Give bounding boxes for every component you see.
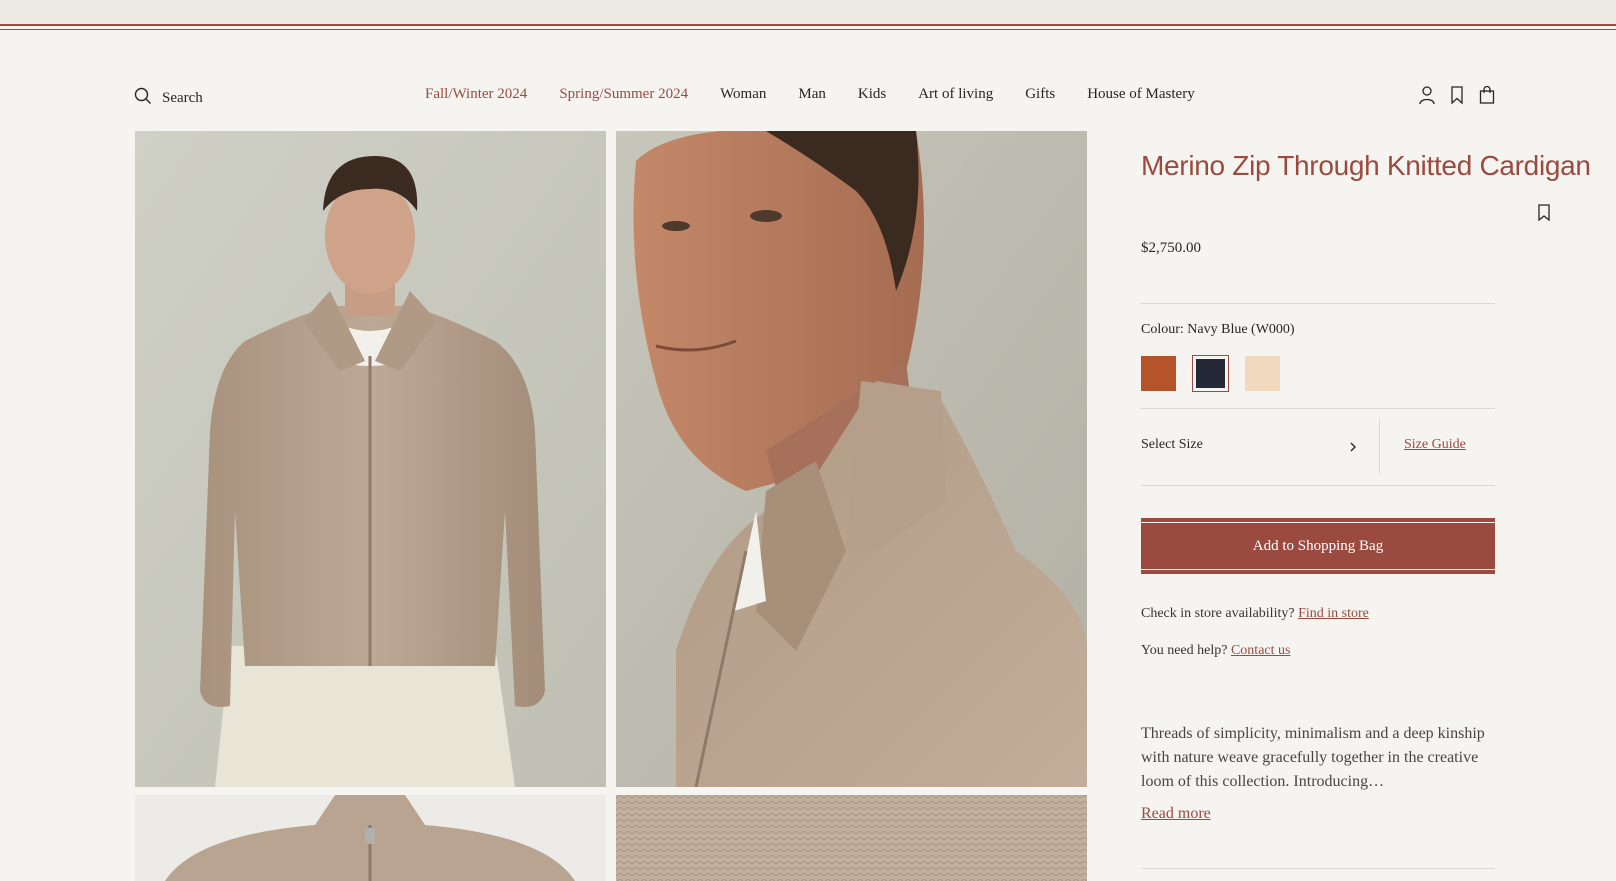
account-icon[interactable] <box>1418 85 1436 105</box>
divider <box>1141 868 1495 869</box>
product-price: $2,750.00 <box>1141 240 1201 256</box>
swatch-fill <box>1196 359 1225 388</box>
header-rule-thin <box>0 29 1616 30</box>
search-button[interactable]: Search <box>134 87 203 110</box>
size-separator <box>1379 418 1380 474</box>
colour-label: Colour: Navy Blue (W000) <box>1141 322 1295 338</box>
read-more-link[interactable]: Read more <box>1141 805 1211 823</box>
announcement-bar <box>0 0 1616 24</box>
select-size-dropdown[interactable]: Select Size <box>1141 437 1203 453</box>
main-nav: Fall/Winter 2024 Spring/Summer 2024 Woma… <box>425 86 1195 103</box>
header-rule <box>0 24 1616 26</box>
size-guide-link[interactable]: Size Guide <box>1404 437 1466 453</box>
nav-item-woman[interactable]: Woman <box>720 86 766 103</box>
nav-item-house-of-mastery[interactable]: House of Mastery <box>1087 86 1194 103</box>
nav-item-gifts[interactable]: Gifts <box>1025 86 1055 103</box>
swatch-navy[interactable] <box>1192 355 1229 392</box>
search-icon <box>134 87 152 110</box>
store-prompt: Check in store availability? <box>1141 606 1295 621</box>
swatch-fill <box>1245 356 1280 391</box>
nav-item-kids[interactable]: Kids <box>858 86 886 103</box>
colour-label-prefix: Colour: <box>1141 322 1184 337</box>
help-line: You need help? Contact us <box>1141 643 1290 659</box>
store-availability: Check in store availability? Find in sto… <box>1141 606 1369 622</box>
swatch-rust[interactable] <box>1141 356 1176 391</box>
swatch-sand[interactable] <box>1245 356 1280 391</box>
nav-item-fall-winter-2024[interactable]: Fall/Winter 2024 <box>425 86 527 103</box>
help-prompt: You need help? <box>1141 643 1228 658</box>
product-description: Threads of simplicity, minimalism and a … <box>1141 725 1485 790</box>
search-label: Search <box>162 90 203 106</box>
bookmark-icon[interactable] <box>1537 204 1551 222</box>
colour-value: Navy Blue (W000) <box>1187 322 1295 337</box>
nav-item-spring-summer-2024[interactable]: Spring/Summer 2024 <box>559 86 688 103</box>
shopping-bag-icon[interactable] <box>1478 85 1496 105</box>
divider <box>1141 303 1495 304</box>
wishlist-icon[interactable] <box>1448 85 1466 105</box>
product-image-model-full[interactable] <box>135 131 606 787</box>
add-to-bag-button[interactable]: Add to Shopping Bag <box>1141 518 1495 574</box>
contact-us-link[interactable]: Contact us <box>1231 643 1291 658</box>
product-title: Merino Zip Through Knitted Cardigan <box>1141 150 1591 181</box>
product-image-model-closeup[interactable] <box>616 131 1087 787</box>
product-image-flatlay[interactable] <box>135 795 606 881</box>
nav-item-man[interactable]: Man <box>798 86 826 103</box>
swatch-fill <box>1141 356 1176 391</box>
product-image-knit-texture[interactable] <box>616 795 1087 881</box>
divider <box>1141 408 1495 409</box>
divider <box>1141 485 1495 486</box>
nav-item-art-of-living[interactable]: Art of living <box>918 86 993 103</box>
find-in-store-link[interactable]: Find in store <box>1298 606 1369 621</box>
header-actions <box>1418 85 1496 105</box>
chevron-right-icon[interactable] <box>1348 440 1358 454</box>
